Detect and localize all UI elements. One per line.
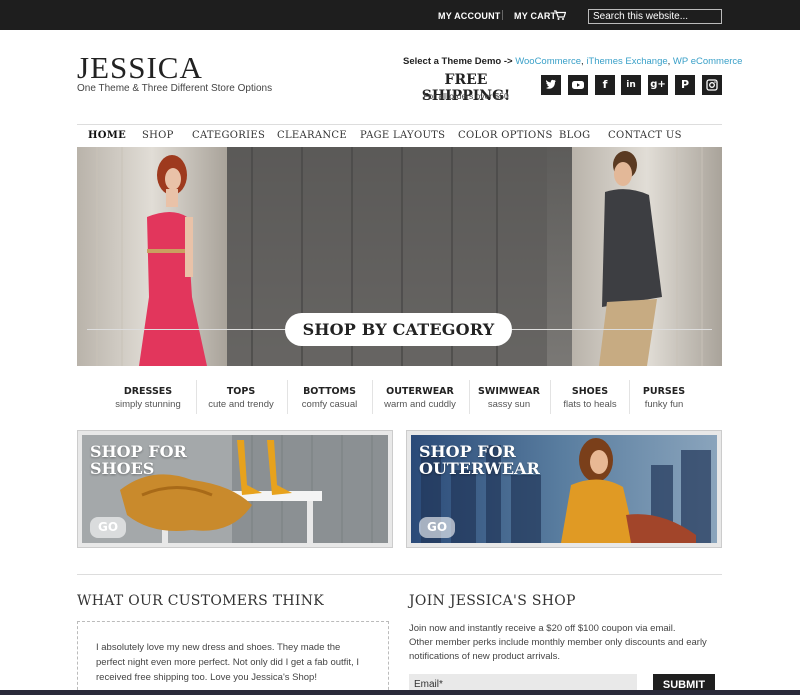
category-title: OUTERWEAR bbox=[386, 386, 454, 397]
category-divider bbox=[287, 380, 288, 414]
shop-shoes-promo[interactable]: SHOP FOR SHOES GO bbox=[77, 430, 393, 548]
promo-title-line1: SHOP FOR bbox=[419, 442, 516, 461]
category-subtitle: funky fun bbox=[644, 399, 684, 410]
go-button[interactable]: GO bbox=[90, 517, 126, 538]
category-divider bbox=[629, 380, 630, 414]
category-divider bbox=[372, 380, 373, 414]
site-tagline: One Theme & Three Different Store Option… bbox=[77, 83, 273, 94]
category-subtitle: warm and cuddly bbox=[384, 399, 456, 410]
top-bar: MY ACCOUNT MY CART bbox=[0, 0, 800, 30]
category-subtitle: sassy sun bbox=[487, 399, 531, 410]
ithemes-exchange-link[interactable]: iThemes Exchange bbox=[586, 56, 667, 67]
category-subtitle: cute and trendy bbox=[208, 399, 274, 410]
testimonials-heading: WHAT OUR CUSTOMERS THINK bbox=[77, 593, 325, 609]
facebook-icon[interactable]: f bbox=[595, 75, 615, 95]
category-subtitle: comfy casual bbox=[301, 399, 358, 410]
category-title: DRESSES bbox=[123, 386, 173, 397]
twitter-icon[interactable] bbox=[541, 75, 561, 95]
shop-outerwear-promo[interactable]: SHOP FOR OUTERWEAR GO bbox=[406, 430, 722, 548]
cart-icon[interactable] bbox=[554, 10, 566, 20]
pinterest-icon[interactable]: P bbox=[675, 75, 695, 95]
section-divider bbox=[77, 574, 722, 575]
go-button[interactable]: GO bbox=[419, 517, 455, 538]
hero-line-left bbox=[87, 329, 287, 330]
category-title: SHOES bbox=[571, 386, 609, 397]
testimonial-quote: I absolutely love my new dress and shoes… bbox=[96, 642, 359, 683]
shop-by-category-button[interactable]: SHOP BY CATEGORY bbox=[285, 313, 512, 346]
bottom-strip bbox=[0, 690, 800, 695]
youtube-icon[interactable] bbox=[568, 75, 588, 95]
promo-title-line2: OUTERWEAR bbox=[419, 459, 540, 478]
join-text-line1: Join now and instantly receive a $20 off… bbox=[409, 623, 676, 634]
join-description: Join now and instantly receive a $20 off… bbox=[409, 622, 722, 664]
nav-item-page-layouts[interactable]: PAGE LAYOUTS bbox=[360, 130, 445, 141]
category-tops[interactable]: TOPS cute and trendy bbox=[201, 386, 281, 410]
category-subtitle: simply stunning bbox=[115, 399, 181, 410]
category-title: PURSES bbox=[642, 386, 686, 397]
nav-item-home[interactable]: HOME bbox=[88, 130, 126, 141]
theme-demo-label: Select a Theme Demo -> bbox=[403, 56, 513, 67]
category-title: BOTTOMS bbox=[303, 386, 356, 397]
category-shoes[interactable]: SHOES flats to heals bbox=[555, 386, 625, 410]
nav-item-clearance[interactable]: CLEARANCE bbox=[277, 130, 347, 141]
hero-banner: SHOP BY CATEGORY bbox=[77, 147, 722, 366]
nav-item-color-options[interactable]: COLOR OPTIONS bbox=[458, 130, 553, 141]
theme-demo-line: Select a Theme Demo -> WooCommerce, iThe… bbox=[403, 56, 743, 67]
category-divider bbox=[550, 380, 551, 414]
free-shipping-subtext: For all orders over $50 bbox=[423, 91, 509, 101]
woocommerce-link[interactable]: WooCommerce bbox=[515, 56, 581, 67]
category-dresses[interactable]: DRESSES simply stunning bbox=[108, 386, 188, 410]
linkedin-icon[interactable]: in bbox=[621, 75, 641, 95]
category-divider bbox=[196, 380, 197, 414]
search-input[interactable] bbox=[588, 9, 722, 24]
testimonial-box: I absolutely love my new dress and shoes… bbox=[77, 621, 389, 695]
nav-item-shop[interactable]: SHOP bbox=[142, 130, 174, 141]
google-plus-icon[interactable]: g+ bbox=[648, 75, 668, 95]
category-bottoms[interactable]: BOTTOMS comfy casual bbox=[292, 386, 367, 410]
category-title: TOPS bbox=[226, 386, 256, 397]
join-text-line2: Other member perks include monthly membe… bbox=[409, 637, 707, 662]
my-account-link[interactable]: MY ACCOUNT bbox=[438, 11, 501, 21]
category-outerwear[interactable]: OUTERWEAR warm and cuddly bbox=[377, 386, 463, 410]
promo-title-line2: SHOES bbox=[90, 459, 155, 478]
hero-line-right bbox=[512, 329, 712, 330]
category-divider bbox=[469, 380, 470, 414]
promo-title-line1: SHOP FOR bbox=[90, 442, 187, 461]
category-purses[interactable]: PURSES funky fun bbox=[634, 386, 694, 410]
wp-ecommerce-link[interactable]: WP eCommerce bbox=[673, 56, 743, 67]
site-logo[interactable]: JESSICA bbox=[77, 50, 203, 86]
promo-title: SHOP FOR OUTERWEAR bbox=[419, 443, 540, 477]
category-swimwear[interactable]: SWIMWEAR sassy sun bbox=[474, 386, 544, 410]
my-cart-link[interactable]: MY CART bbox=[514, 11, 556, 21]
nav-item-categories[interactable]: CATEGORIES bbox=[192, 130, 265, 141]
nav-item-blog[interactable]: BLOG bbox=[559, 130, 590, 141]
topbar-divider bbox=[502, 10, 503, 20]
category-title: SWIMWEAR bbox=[478, 386, 540, 397]
promo-title: SHOP FOR SHOES bbox=[90, 443, 187, 477]
join-heading: JOIN JESSICA'S SHOP bbox=[409, 593, 576, 609]
category-subtitle: flats to heals bbox=[563, 399, 617, 410]
main-nav: HOME SHOP CATEGORIES CLEARANCE PAGE LAYO… bbox=[77, 124, 722, 147]
instagram-icon[interactable] bbox=[702, 75, 722, 95]
nav-item-contact-us[interactable]: CONTACT US bbox=[608, 130, 682, 141]
